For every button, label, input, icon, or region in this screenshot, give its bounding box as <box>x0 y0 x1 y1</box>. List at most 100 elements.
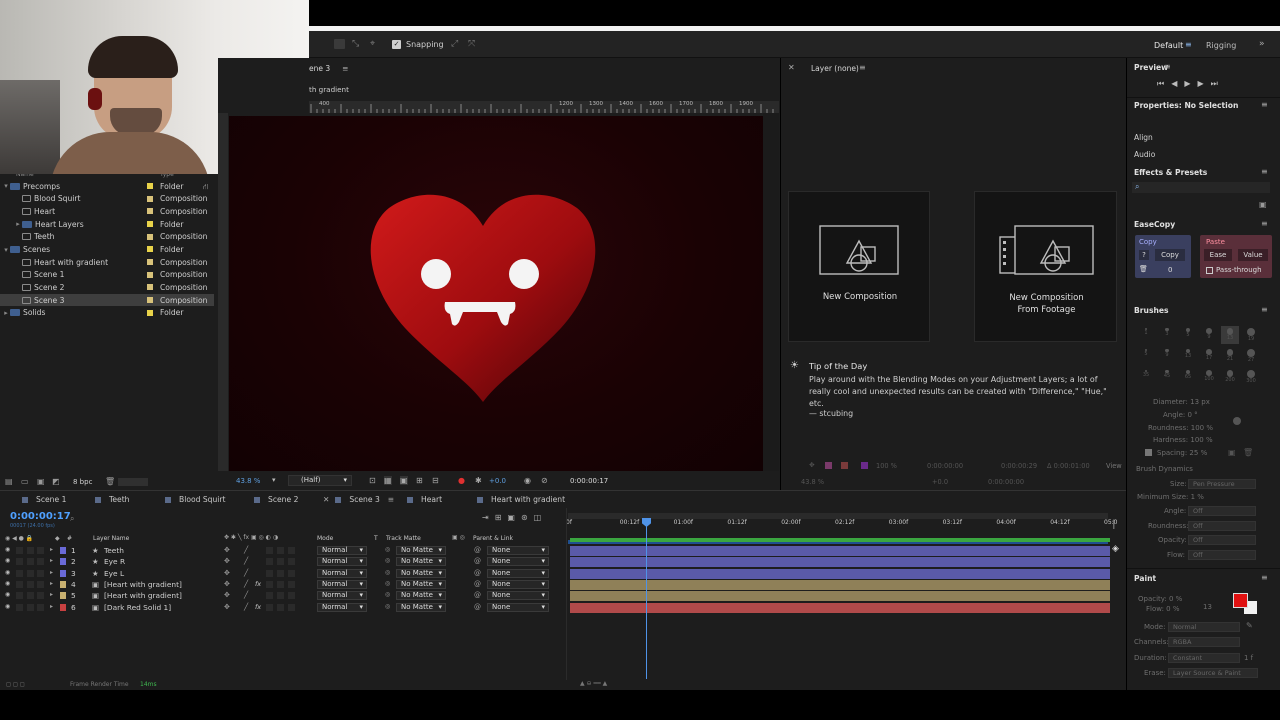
layer-duration-bar[interactable] <box>570 580 1110 591</box>
snap-features-icon[interactable]: ⤧ <box>468 39 475 49</box>
layer-duration-bar[interactable] <box>570 602 1110 613</box>
paint-title[interactable]: Paint <box>1134 574 1156 583</box>
label-swatch[interactable] <box>147 246 153 253</box>
adjustment-toggle[interactable] <box>277 569 284 577</box>
label-swatch[interactable] <box>147 220 153 227</box>
adjustment-toggle[interactable] <box>277 581 284 589</box>
shy-switch-icon[interactable]: ✥ <box>224 591 230 599</box>
adjustment-toggle[interactable] <box>277 558 284 566</box>
col-mode[interactable]: Mode <box>317 535 333 542</box>
exposure-value[interactable]: +0.0 <box>489 477 506 485</box>
audio-toggle[interactable] <box>16 558 23 566</box>
properties-title[interactable]: Properties: No Selection <box>1134 101 1238 110</box>
label-swatch[interactable] <box>147 296 153 303</box>
new-composition-footage-card[interactable]: New Composition From Footage <box>974 191 1117 342</box>
effects-new-icon[interactable]: ▣ <box>1259 200 1267 209</box>
workspace-overflow-icon[interactable]: » <box>1259 39 1265 49</box>
pickwhip-icon[interactable]: @ <box>474 569 481 577</box>
play-icon[interactable]: ▶ <box>1184 79 1197 88</box>
matte-link-icon[interactable]: ◎ <box>385 580 390 587</box>
layer-switches-icons[interactable]: ✥ ✱ ╲ fx ▣ ◎ ◐ ◑ <box>224 534 278 541</box>
audio-toggle[interactable] <box>16 547 23 554</box>
matte-link-icon[interactable]: ◎ <box>385 603 390 610</box>
quality-switch-icon[interactable]: ╱ <box>244 580 248 588</box>
layer-footer-in[interactable]: 0:00:00:00 <box>927 462 963 470</box>
track-matte-dropdown[interactable]: No Matte ▾ <box>396 568 446 578</box>
brush-tip[interactable]: 200 <box>1221 368 1239 386</box>
zoom-dropdown-icon[interactable]: ▾ <box>272 476 276 484</box>
layer-panel-title[interactable]: Layer (none) <box>811 64 859 73</box>
layer-footer-view[interactable]: View <box>1106 462 1122 470</box>
layer-twirl-icon[interactable]: ▸ <box>50 603 53 610</box>
num-col[interactable]: # <box>67 535 72 542</box>
project-item[interactable]: Blood Squirt Composition <box>0 193 214 206</box>
lock-toggle[interactable] <box>37 569 44 577</box>
brush-tip[interactable]: 17 <box>1200 347 1218 365</box>
layer-panel-close-icon[interactable]: ✕ <box>788 63 795 72</box>
layer-mode-dropdown[interactable]: Normal ▾ <box>317 546 367 555</box>
visibility-eye-icon[interactable]: ◉ <box>5 546 10 553</box>
solo-toggle[interactable] <box>27 581 34 589</box>
3d-toggle[interactable] <box>288 581 295 589</box>
solo-toggle[interactable] <box>27 603 34 611</box>
layer-panel-menu-icon[interactable]: ≡ <box>859 63 866 72</box>
3d-toggle[interactable] <box>288 547 295 554</box>
timeline-tab[interactable]: Blood Squirt <box>165 495 226 504</box>
quality-switch-icon[interactable]: ╱ <box>244 546 248 554</box>
col-layer-name[interactable]: Layer Name <box>93 535 129 542</box>
shy-switch-icon[interactable]: ✥ <box>224 557 230 565</box>
parent-dropdown[interactable]: None ▾ <box>487 591 549 601</box>
label-col-icon[interactable]: ◆ <box>55 535 60 542</box>
layer-name[interactable]: Eye R <box>104 557 125 566</box>
effects-search-input[interactable]: ⌕ <box>1132 182 1270 193</box>
brush-tip[interactable]: 5 <box>1179 326 1197 344</box>
brush-tip[interactable]: 65 <box>1179 368 1197 386</box>
paint-mode-dropdown[interactable]: Normal <box>1168 622 1240 632</box>
interpret-footage-icon[interactable]: ▤ <box>5 477 13 486</box>
layer-footer2-exposure[interactable]: +0.0 <box>932 478 948 486</box>
pickwhip-icon[interactable]: @ <box>474 557 481 565</box>
av-switches-icons[interactable]: ◉ ◀ ● 🔒 <box>5 535 33 542</box>
layer-footer2-zoom[interactable]: 43.8 % <box>801 478 824 486</box>
layer-label-swatch[interactable] <box>60 569 66 577</box>
guides-icon[interactable]: ⊟ <box>432 476 439 485</box>
shy-switch-icon[interactable]: ✥ <box>224 603 230 611</box>
brush-tip[interactable]: 19 <box>1242 326 1260 344</box>
twirl-icon[interactable]: ▾ <box>2 182 10 190</box>
parent-dropdown[interactable]: None ▾ <box>487 602 549 612</box>
layer-footer2-timecode[interactable]: 0:00:00:00 <box>988 478 1024 486</box>
layer-duration-bar[interactable] <box>570 557 1110 568</box>
3d-toggle[interactable] <box>288 558 295 566</box>
shy-switch-icon[interactable]: ✥ <box>224 580 230 588</box>
timeline-tab[interactable]: Heart with gradient <box>477 495 565 504</box>
project-item[interactable]: ▸ Solids Folder <box>0 307 214 320</box>
layer-twirl-icon[interactable]: ▸ <box>50 580 53 587</box>
matte-switches-icons[interactable]: ▣ ◎ <box>452 534 465 541</box>
layer-footer-swatch-3[interactable] <box>861 462 868 469</box>
visibility-eye-icon[interactable]: ◉ <box>5 603 10 610</box>
adjustment-toggle[interactable] <box>277 592 284 600</box>
audio-toggle[interactable] <box>16 581 23 589</box>
layer-row[interactable]: ◉ ▸ 1 ★ Teeth ✥ ╱ Normal ▾ ◎ No Matte ▾ @ None ▾ <box>0 545 565 556</box>
tab-close-icon[interactable]: ✕ <box>323 495 329 504</box>
layer-duration-bar[interactable] <box>570 591 1110 602</box>
visibility-eye-icon[interactable]: ◉ <box>5 591 10 598</box>
col-t[interactable]: T <box>374 535 378 542</box>
motion-blur-toggle[interactable] <box>266 547 273 554</box>
label-swatch[interactable] <box>147 195 153 202</box>
pickwhip-icon[interactable]: @ <box>474 603 481 611</box>
resolution-dropdown[interactable]: (Half) ▾ <box>288 475 352 486</box>
timeline-search-input[interactable]: ⌕ <box>70 514 470 524</box>
motion-blur-toggle[interactable] <box>266 558 273 566</box>
copy-help-button[interactable]: ? <box>1139 250 1149 260</box>
col-track-matte[interactable]: Track Matte <box>386 535 421 542</box>
timeline-tab[interactable]: Scene 2 <box>254 495 298 504</box>
adjustment-toggle[interactable] <box>277 603 284 611</box>
project-item[interactable]: Teeth Composition <box>0 231 214 244</box>
track-matte-dropdown[interactable]: No Matte ▾ <box>396 580 446 590</box>
project-item[interactable]: ▸ Heart Layers Folder <box>0 218 214 231</box>
align-title[interactable]: Align <box>1134 133 1153 142</box>
new-comp-icon[interactable]: ▣ <box>37 477 45 486</box>
brush-tip[interactable]: 9 <box>1200 326 1218 344</box>
brush-tip[interactable]: 300 <box>1242 368 1260 386</box>
